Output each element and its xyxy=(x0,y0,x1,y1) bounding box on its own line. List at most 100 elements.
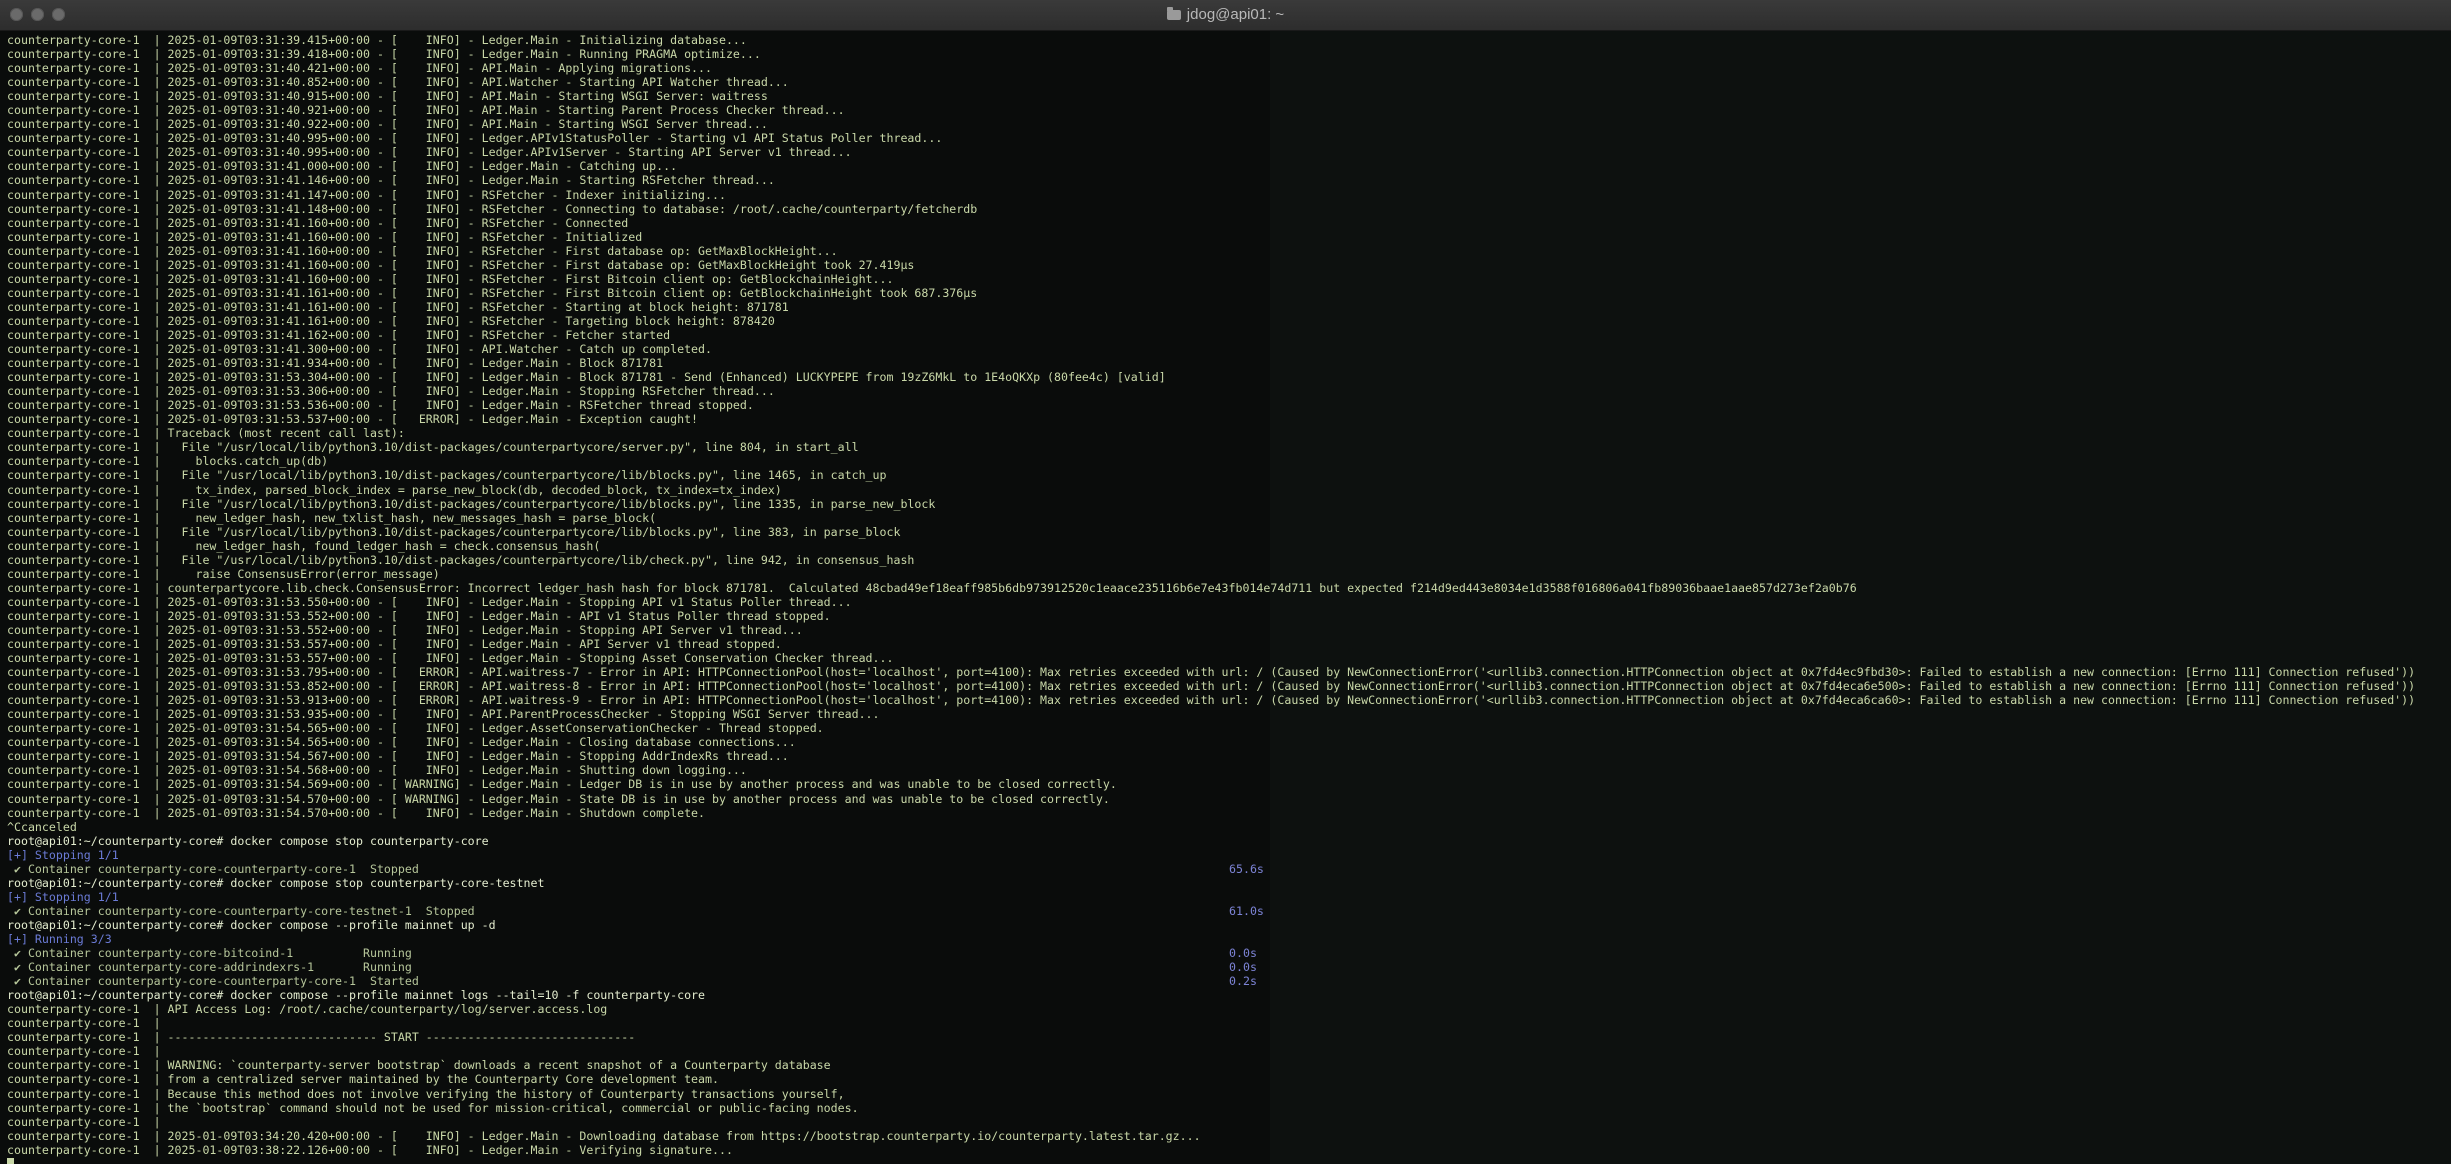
terminal-line-text: counterparty-core-1 | 2025-01-09T03:31:5… xyxy=(7,594,852,609)
elapsed-time: 0.0s xyxy=(1229,946,1257,961)
terminal-input-line[interactable] xyxy=(7,1157,2451,1164)
terminal-line-text: counterparty-core-1 | Traceback (most re… xyxy=(7,426,405,441)
terminal-line-text: counterparty-core-1 | new_ledger_hash, n… xyxy=(7,510,657,525)
terminal-line-text: counterparty-core-1 | 2025-01-09T03:31:4… xyxy=(7,159,678,174)
terminal-line: counterparty-core-1 | 2025-01-09T03:31:4… xyxy=(7,342,2451,356)
terminal-line: counterparty-core-1 | Traceback (most re… xyxy=(7,426,2451,440)
terminal-line-text: counterparty-core-1 | 2025-01-09T03:31:5… xyxy=(7,370,1166,385)
terminal-line-text: counterparty-core-1 | 2025-01-09T03:31:4… xyxy=(7,271,894,286)
terminal-line-text: root@api01:~/counterparty-core# docker c… xyxy=(7,833,489,848)
elapsed-time: 0.2s xyxy=(1229,974,1257,989)
terminal-line: counterparty-core-1 | the `bootstrap` co… xyxy=(7,1101,2451,1115)
terminal-line-text: counterparty-core-1 | 2025-01-09T03:31:5… xyxy=(7,398,754,413)
terminal-line: counterparty-core-1 | Because this metho… xyxy=(7,1087,2451,1101)
terminal-line: ✔ Container counterparty-core-counterpar… xyxy=(7,974,2451,988)
terminal-line: counterparty-core-1 | 2025-01-09T03:31:4… xyxy=(7,356,2451,370)
terminal-output[interactable]: counterparty-core-1 | 2025-01-09T03:31:3… xyxy=(0,30,2451,1164)
terminal-line: counterparty-core-1 | 2025-01-09T03:31:4… xyxy=(7,286,2451,300)
terminal-line-text: counterparty-core-1 | 2025-01-09T03:31:4… xyxy=(7,342,712,357)
terminal-line-text: counterparty-core-1 | 2025-01-09T03:31:5… xyxy=(7,707,880,722)
terminal-line-text: counterparty-core-1 | raise ConsensusErr… xyxy=(7,566,440,581)
terminal-line-text: counterparty-core-1 | 2025-01-09T03:31:4… xyxy=(7,103,845,118)
terminal-line: counterparty-core-1 | 2025-01-09T03:31:4… xyxy=(7,230,2451,244)
terminal-line-text: counterparty-core-1 | 2025-01-09T03:31:4… xyxy=(7,89,768,104)
terminal-line: counterparty-core-1 | 2025-01-09T03:31:5… xyxy=(7,665,2451,679)
terminal-line: counterparty-core-1 | 2025-01-09T03:31:4… xyxy=(7,75,2451,89)
terminal-line: counterparty-core-1 | 2025-01-09T03:34:2… xyxy=(7,1129,2451,1143)
terminal-line-text: counterparty-core-1 | 2025-01-09T03:31:5… xyxy=(7,384,775,399)
terminal-line: counterparty-core-1 | 2025-01-09T03:31:4… xyxy=(7,272,2451,286)
terminal-line: counterparty-core-1 | 2025-01-09T03:31:4… xyxy=(7,173,2451,187)
folder-icon xyxy=(1166,7,1181,20)
terminal-line: counterparty-core-1 | File "/usr/local/l… xyxy=(7,468,2451,482)
terminal-line: counterparty-core-1 | 2025-01-09T03:31:5… xyxy=(7,777,2451,791)
terminal-line-text: counterparty-core-1 | 2025-01-09T03:38:2… xyxy=(7,1142,733,1157)
terminal-line: counterparty-core-1 | 2025-01-09T03:31:5… xyxy=(7,651,2451,665)
terminal-line: counterparty-core-1 | counterpartycore.l… xyxy=(7,581,2451,595)
terminal-line: counterparty-core-1 | 2025-01-09T03:31:5… xyxy=(7,370,2451,384)
terminal-line-text: counterparty-core-1 | new_ledger_hash, f… xyxy=(7,538,601,553)
terminal-line: counterparty-core-1 | xyxy=(7,1044,2451,1058)
terminal-line: counterparty-core-1 | 2025-01-09T03:31:5… xyxy=(7,679,2451,693)
terminal-line: counterparty-core-1 | 2025-01-09T03:31:3… xyxy=(7,47,2451,61)
terminal-line: counterparty-core-1 | API Access Log: /r… xyxy=(7,1002,2451,1016)
terminal-line: counterparty-core-1 | 2025-01-09T03:31:5… xyxy=(7,707,2451,721)
terminal-line-text: counterparty-core-1 | 2025-01-09T03:31:4… xyxy=(7,173,775,188)
terminal-line-text: counterparty-core-1 | ------------------… xyxy=(7,1030,636,1045)
terminal-line: counterparty-core-1 | 2025-01-09T03:31:5… xyxy=(7,412,2451,426)
terminal-line: root@api01:~/counterparty-core# docker c… xyxy=(7,918,2451,932)
terminal-line: root@api01:~/counterparty-core# docker c… xyxy=(7,876,2451,890)
terminal-line: counterparty-core-1 | xyxy=(7,1115,2451,1129)
terminal-line-text: ✔ Container counterparty-core-counterpar… xyxy=(7,974,419,989)
terminal-line-text: counterparty-core-1 | xyxy=(7,1114,161,1129)
terminal-line: counterparty-core-1 | 2025-01-09T03:31:5… xyxy=(7,384,2451,398)
terminal-line-text: counterparty-core-1 | 2025-01-09T03:31:4… xyxy=(7,75,789,90)
terminal-line: counterparty-core-1 | new_ledger_hash, n… xyxy=(7,511,2451,525)
terminal-line: counterparty-core-1 | 2025-01-09T03:31:5… xyxy=(7,749,2451,763)
terminal-line-text: counterparty-core-1 | 2025-01-09T03:31:4… xyxy=(7,117,768,132)
terminal-line: counterparty-core-1 | 2025-01-09T03:31:5… xyxy=(7,398,2451,412)
terminal-line: counterparty-core-1 | 2025-01-09T03:31:4… xyxy=(7,117,2451,131)
terminal-line-text: ✔ Container counterparty-core-bitcoind-1… xyxy=(7,946,412,961)
terminal-line: counterparty-core-1 | File "/usr/local/l… xyxy=(7,525,2451,539)
terminal-line-text: counterparty-core-1 | 2025-01-09T03:31:4… xyxy=(7,229,643,244)
terminal-line: counterparty-core-1 | 2025-01-09T03:31:3… xyxy=(7,33,2451,47)
terminal-line-text: counterparty-core-1 | xyxy=(7,1044,161,1059)
terminal-line-text: counterparty-core-1 | 2025-01-09T03:31:4… xyxy=(7,243,838,258)
terminal-line-text: counterparty-core-1 | 2025-01-09T03:34:2… xyxy=(7,1128,1201,1143)
terminal-line: counterparty-core-1 | 2025-01-09T03:31:4… xyxy=(7,145,2451,159)
terminal-line-text: ✔ Container counterparty-core-addrindexr… xyxy=(7,960,412,975)
terminal-line: counterparty-core-1 | 2025-01-09T03:31:5… xyxy=(7,763,2451,777)
terminal-line: counterparty-core-1 | 2025-01-09T03:31:5… xyxy=(7,609,2451,623)
terminal-line: counterparty-core-1 | 2025-01-09T03:31:5… xyxy=(7,806,2451,820)
terminal-line: counterparty-core-1 | 2025-01-09T03:31:5… xyxy=(7,637,2451,651)
terminal-line: counterparty-core-1 | tx_index, parsed_b… xyxy=(7,483,2451,497)
terminal-line-text: counterparty-core-1 | 2025-01-09T03:31:3… xyxy=(7,33,747,47)
terminal-line-text: counterparty-core-1 | File "/usr/local/l… xyxy=(7,524,901,539)
terminal-line-text: counterparty-core-1 | counterpartycore.l… xyxy=(7,580,1857,595)
terminal-line: [+] Stopping 1/1 xyxy=(7,848,2451,862)
terminal-line: counterparty-core-1 | 2025-01-09T03:31:5… xyxy=(7,623,2451,637)
terminal-line: counterparty-core-1 | 2025-01-09T03:31:4… xyxy=(7,188,2451,202)
terminal-line: counterparty-core-1 | 2025-01-09T03:31:5… xyxy=(7,693,2451,707)
terminal-line: ✔ Container counterparty-core-addrindexr… xyxy=(7,960,2451,974)
terminal-line-text: counterparty-core-1 | 2025-01-09T03:31:4… xyxy=(7,356,664,371)
terminal-line: ^Ccanceled xyxy=(7,820,2451,834)
terminal-line-text: counterparty-core-1 | xyxy=(7,1016,161,1031)
terminal-line: counterparty-core-1 | ------------------… xyxy=(7,1030,2451,1044)
terminal-line: counterparty-core-1 | 2025-01-09T03:31:5… xyxy=(7,735,2451,749)
terminal-line: counterparty-core-1 | 2025-01-09T03:31:4… xyxy=(7,300,2451,314)
title-bar[interactable]: jdog@api01: ~ xyxy=(0,0,2451,31)
terminal-line: counterparty-core-1 | 2025-01-09T03:31:4… xyxy=(7,103,2451,117)
terminal-line: counterparty-core-1 | 2025-01-09T03:31:5… xyxy=(7,595,2451,609)
terminal-line-text: counterparty-core-1 | File "/usr/local/l… xyxy=(7,468,887,483)
terminal-line: counterparty-core-1 | 2025-01-09T03:31:4… xyxy=(7,61,2451,75)
terminal-line: ✔ Container counterparty-core-bitcoind-1… xyxy=(7,946,2451,960)
terminal-line: counterparty-core-1 | xyxy=(7,1016,2451,1030)
terminal-line: counterparty-core-1 | 2025-01-09T03:38:2… xyxy=(7,1143,2451,1157)
terminal-line: counterparty-core-1 | raise ConsensusErr… xyxy=(7,567,2451,581)
terminal-line-text: counterparty-core-1 | 2025-01-09T03:31:4… xyxy=(7,285,978,300)
terminal-line-text: counterparty-core-1 | 2025-01-09T03:31:4… xyxy=(7,145,852,160)
terminal-line-text: counterparty-core-1 | from a centralized… xyxy=(7,1072,719,1087)
terminal-line: counterparty-core-1 | File "/usr/local/l… xyxy=(7,497,2451,511)
